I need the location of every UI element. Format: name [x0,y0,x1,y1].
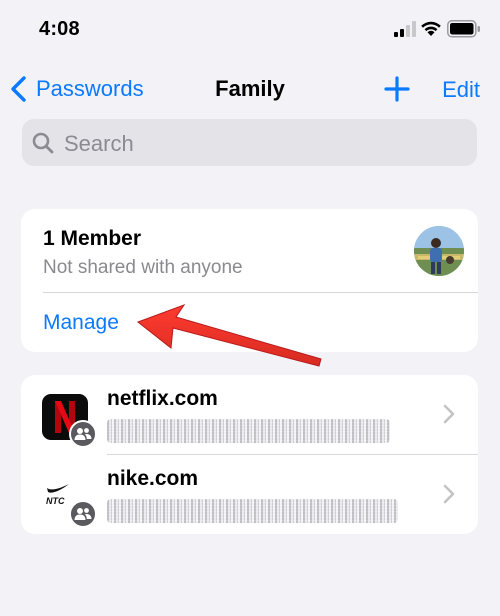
wifi-icon [421,21,441,36]
back-button-label: Passwords [36,76,144,101]
edit-button[interactable]: Edit [442,77,480,103]
list-item[interactable]: NTC nike.com [21,455,478,534]
search-bar[interactable] [22,119,477,168]
search-icon [32,132,54,154]
nike-ntc-logo-icon: NTC [42,474,97,528]
svg-text:NTC: NTC [46,496,65,506]
member-count: 1 Member [43,227,142,250]
navigation-bar: Passwords Family Edit [0,66,500,110]
chevron-right-icon [443,404,455,424]
status-time: 4:08 [39,18,80,40]
username-redacted [107,419,390,443]
netflix-logo-icon [42,394,97,448]
search-input[interactable] [62,119,466,168]
chevron-right-icon [443,484,455,504]
username-redacted [107,499,398,523]
site-name: netflix.com [107,387,218,410]
annotation-arrow [136,303,322,367]
list-item[interactable]: netflix.com [21,375,478,455]
cellular-signal-icon [394,21,416,37]
sharing-status: Not shared with anyone [43,257,243,278]
site-name: nike.com [107,467,199,490]
back-button[interactable]: Passwords [10,74,144,104]
status-bar: 4:08 [0,0,500,60]
shared-group-icon [69,500,97,528]
divider [43,292,478,293]
manage-button[interactable]: Manage [43,311,119,335]
battery-icon [447,20,480,38]
chevron-left-icon [11,76,26,102]
shared-group-icon [69,420,97,448]
password-list: netflix.com NTC nike.com [21,375,478,534]
add-icon[interactable] [383,75,411,103]
avatar [414,226,464,276]
